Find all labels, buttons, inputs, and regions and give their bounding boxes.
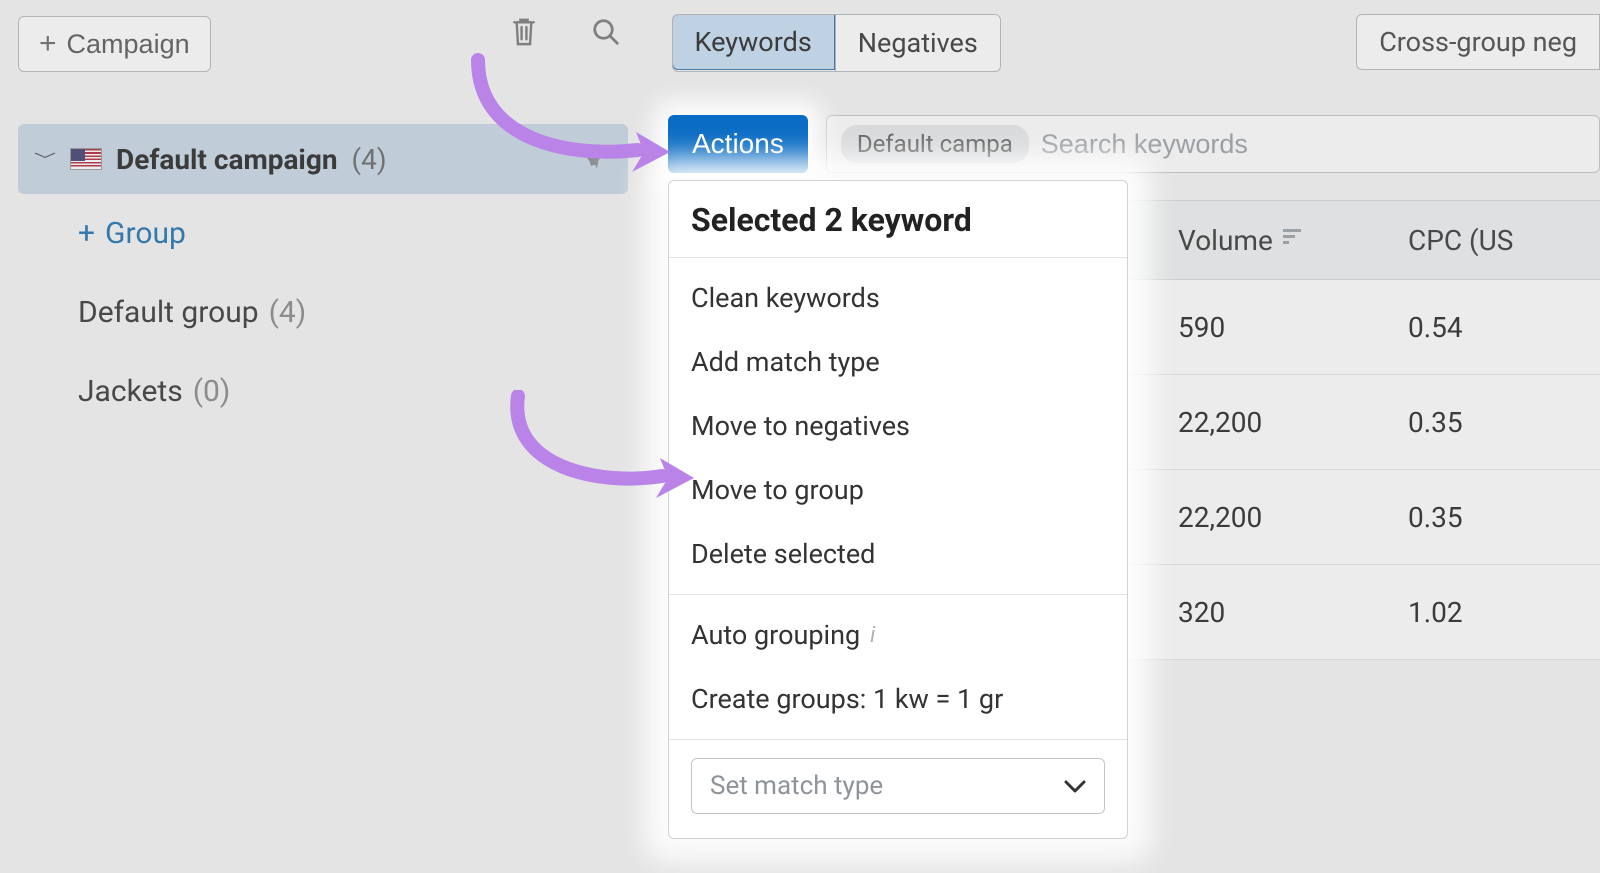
campaign-sidebar: ﹀ Default campaign (4) + Group Default g…: [18, 124, 628, 431]
search-icon[interactable]: [586, 12, 626, 52]
chevron-down-icon: ﹀: [34, 148, 56, 170]
flag-us-icon: [70, 148, 102, 170]
action-create-groups[interactable]: Create groups: 1 kw = 1 gr: [669, 667, 1127, 731]
info-icon: i: [870, 623, 875, 648]
trash-icon[interactable]: [504, 12, 544, 52]
action-move-to-group[interactable]: Move to group: [669, 458, 1127, 522]
cell-cpc: 1.02: [1390, 596, 1600, 629]
search-input[interactable]: [1041, 129, 1585, 160]
group-count: (4): [269, 295, 307, 330]
action-move-to-negatives[interactable]: Move to negatives: [669, 394, 1127, 458]
keyword-search[interactable]: Default campa: [826, 115, 1600, 173]
action-clean-keywords[interactable]: Clean keywords: [669, 266, 1127, 330]
campaign-chip[interactable]: Default campa: [841, 125, 1029, 163]
actions-button[interactable]: Actions: [668, 115, 808, 173]
action-add-match-type[interactable]: Add match type: [669, 330, 1127, 394]
add-campaign-label: Campaign: [67, 29, 190, 60]
add-campaign-button[interactable]: + Campaign: [18, 16, 211, 72]
cell-volume: 590: [1160, 311, 1390, 344]
cell-cpc: 0.35: [1390, 501, 1600, 534]
cell-cpc: 0.54: [1390, 311, 1600, 344]
sort-desc-icon: [1283, 228, 1303, 252]
set-match-type-placeholder: Set match type: [710, 771, 883, 801]
actions-row: Actions Default campa: [668, 114, 1600, 174]
tab-negatives[interactable]: Negatives: [835, 15, 1000, 71]
cell-cpc: 0.35: [1390, 406, 1600, 439]
action-auto-grouping-label: Auto grouping: [691, 619, 860, 651]
set-match-type-select[interactable]: Set match type: [691, 758, 1105, 814]
campaign-name: Default campaign: [116, 143, 338, 176]
col-cpc[interactable]: CPC (US: [1408, 224, 1513, 257]
campaign-count: (4): [352, 143, 387, 176]
group-name: Jackets: [78, 374, 183, 409]
chevron-down-icon: [1064, 771, 1086, 801]
sidebar-group-item[interactable]: Jackets (0): [18, 352, 628, 431]
plus-icon: +: [78, 216, 95, 251]
actions-dropdown: Selected 2 keyword Clean keywords Add ma…: [668, 180, 1128, 839]
tab-keywords[interactable]: Keywords: [672, 14, 835, 70]
action-auto-grouping[interactable]: Auto grouping i: [669, 603, 1127, 667]
col-volume[interactable]: Volume: [1178, 224, 1273, 257]
gear-icon[interactable]: [582, 141, 612, 178]
add-group-button[interactable]: + Group: [18, 194, 628, 273]
campaign-row[interactable]: ﹀ Default campaign (4): [18, 124, 628, 194]
cell-volume: 22,200: [1160, 501, 1390, 534]
sidebar-group-item[interactable]: Default group (4): [18, 273, 628, 352]
group-count: (0): [193, 374, 231, 409]
keywords-negatives-tabs: Keywords Negatives: [672, 14, 1001, 72]
cell-volume: 320: [1160, 596, 1390, 629]
action-delete-selected[interactable]: Delete selected: [669, 522, 1127, 586]
plus-icon: +: [39, 27, 57, 61]
add-group-label: Group: [105, 216, 186, 251]
cross-group-negatives-button[interactable]: Cross-group neg: [1356, 14, 1600, 70]
cell-volume: 22,200: [1160, 406, 1390, 439]
dropdown-title: Selected 2 keyword: [669, 181, 1127, 258]
group-name: Default group: [78, 295, 259, 330]
